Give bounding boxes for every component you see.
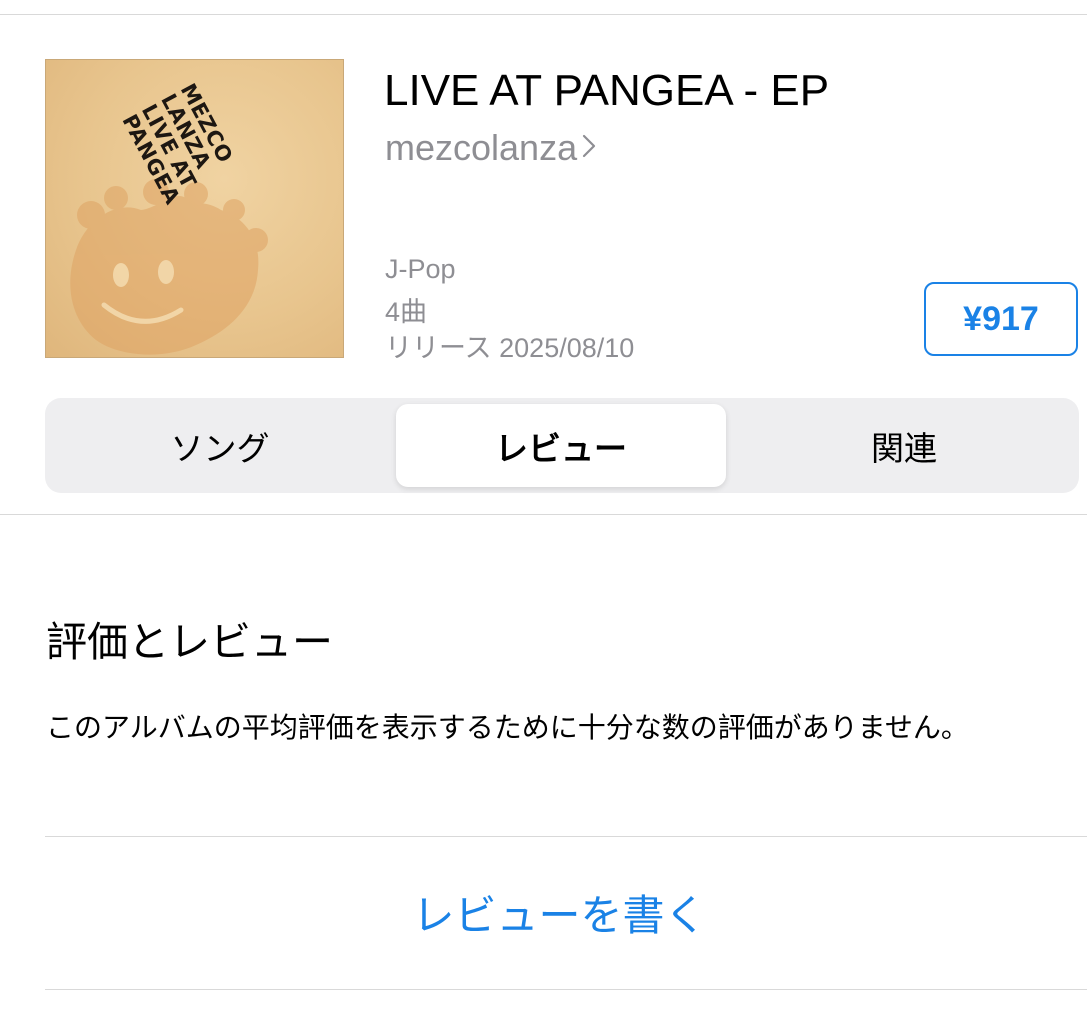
buy-price-button[interactable]: ¥917 bbox=[924, 282, 1078, 356]
album-artwork: MEZCO LANZA LIVE AT PANGEA bbox=[45, 59, 344, 358]
review-divider-top bbox=[45, 836, 1087, 837]
write-review-button[interactable]: レビューを書く bbox=[0, 882, 1087, 943]
artist-name: mezcolanza bbox=[385, 127, 578, 168]
release-date: リリース 2025/08/10 bbox=[385, 333, 635, 363]
artist-link[interactable]: mezcolanza bbox=[385, 127, 597, 169]
tab-songs[interactable]: ソング bbox=[51, 404, 389, 487]
write-review-label: レビューを書く bbox=[412, 891, 707, 940]
tab-related[interactable]: 関連 bbox=[735, 404, 1073, 487]
review-divider-bottom bbox=[45, 989, 1087, 990]
section-divider bbox=[0, 514, 1087, 515]
segmented-control: ソング レビュー 関連 bbox=[45, 398, 1079, 493]
no-ratings-message: このアルバムの平均評価を表示するために十分な数の評価がありません。 bbox=[46, 711, 969, 744]
tab-reviews[interactable]: レビュー bbox=[396, 404, 726, 487]
chevron-right-icon bbox=[581, 127, 597, 169]
album-title: LIVE AT PANGEA - EP bbox=[384, 66, 830, 115]
track-count: 4曲 bbox=[385, 297, 428, 327]
top-divider bbox=[0, 14, 1087, 15]
genre-label: J-Pop bbox=[385, 254, 456, 284]
ratings-reviews-heading: 評価とレビュー bbox=[46, 618, 333, 666]
